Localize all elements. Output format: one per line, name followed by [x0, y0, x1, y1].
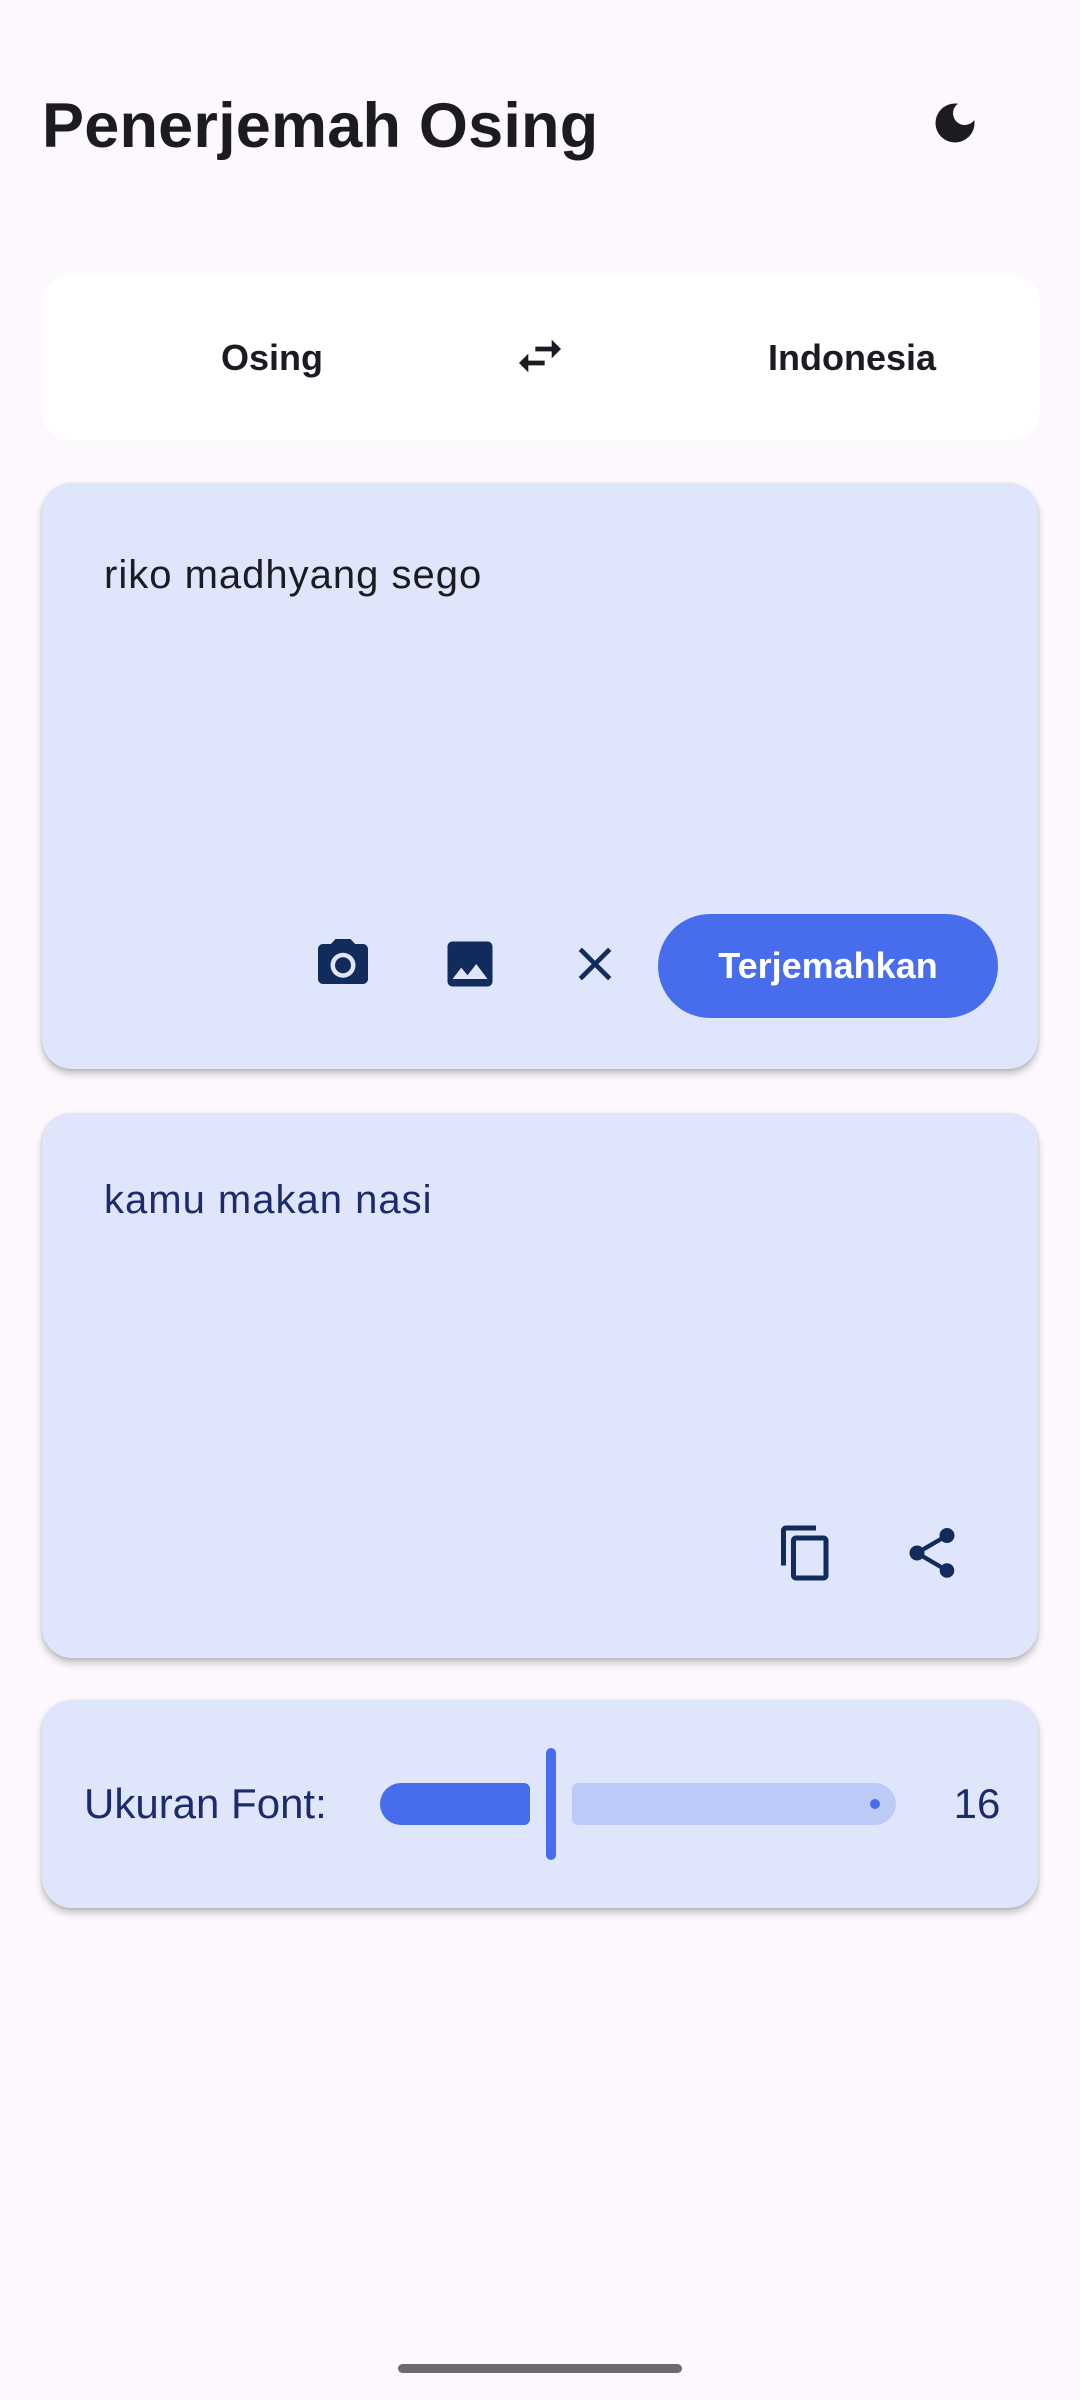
translated-text: kamu makan nasi [104, 1178, 433, 1222]
camera-icon [313, 934, 373, 999]
app-title: Penerjemah Osing [42, 91, 599, 161]
slider-inactive-track [572, 1783, 896, 1825]
camera-button[interactable] [298, 921, 388, 1011]
copy-button[interactable] [761, 1510, 851, 1600]
font-size-value: 16 [953, 1780, 1001, 1827]
input-card: riko madhyang sego Terjemahkan [42, 483, 1038, 1069]
moon-icon [929, 97, 981, 154]
source-language-button[interactable]: Osing [42, 275, 502, 440]
output-card: kamu makan nasi [42, 1113, 1038, 1658]
font-size-slider[interactable] [380, 1748, 940, 1860]
translate-button[interactable]: Terjemahkan [658, 914, 998, 1018]
copy-icon [776, 1523, 836, 1588]
image-icon [440, 934, 500, 999]
target-language-button[interactable]: Indonesia [622, 275, 1080, 440]
share-button[interactable] [887, 1510, 977, 1600]
slider-stop-indicator [870, 1799, 880, 1809]
home-indicator[interactable] [398, 2364, 682, 2373]
close-icon [567, 936, 623, 997]
source-text-input[interactable]: riko madhyang sego [104, 553, 974, 598]
font-size-label: Ukuran Font: [84, 1780, 327, 1827]
swap-arrows-icon [512, 328, 568, 389]
gallery-button[interactable] [425, 921, 515, 1011]
font-size-card: Ukuran Font: 16 [42, 1700, 1038, 1908]
status-bar [0, 0, 1080, 64]
clear-button[interactable] [550, 921, 640, 1011]
share-icon [902, 1523, 962, 1588]
theme-toggle-button[interactable] [905, 90, 1005, 160]
swap-languages-button[interactable] [500, 318, 580, 398]
slider-active-track [380, 1783, 530, 1825]
slider-thumb[interactable] [546, 1748, 556, 1860]
